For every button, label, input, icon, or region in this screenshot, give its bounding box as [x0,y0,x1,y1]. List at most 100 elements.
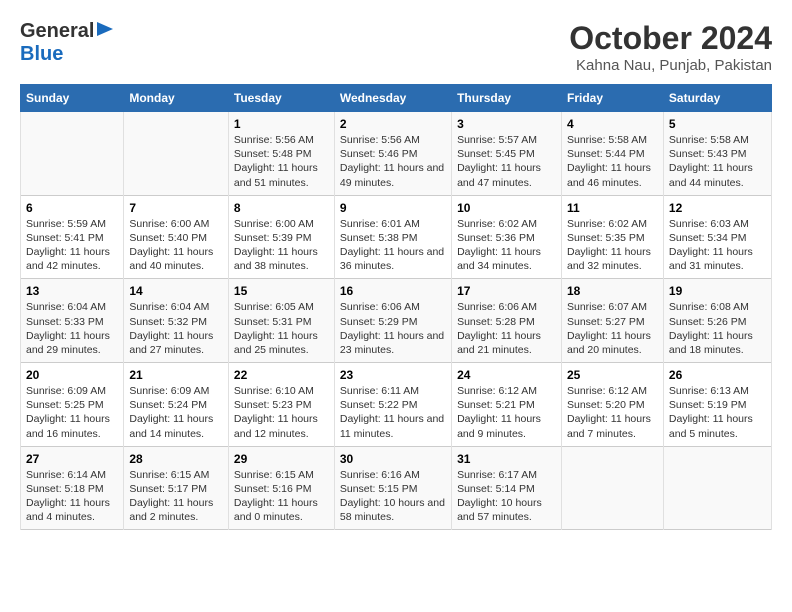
calendar-cell: 23 Sunrise: 6:11 AMSunset: 5:22 PMDayligh… [334,363,451,447]
day-number: 15 [234,284,329,298]
day-number: 10 [457,201,556,215]
calendar-cell: 11 Sunrise: 6:02 AMSunset: 5:35 PMDayligh… [562,195,664,279]
calendar-week-row: 1Sunrise: 5:56 AMSunset: 5:48 PMDaylight… [21,112,772,196]
logo-blue: Blue [20,43,63,65]
calendar-cell: 7 Sunrise: 6:00 AMSunset: 5:40 PMDaylight… [124,195,229,279]
calendar-week-row: 6Sunrise: 5:59 AMSunset: 5:41 PMDaylight… [21,195,772,279]
day-number: 28 [129,452,223,466]
calendar-cell: 17 Sunrise: 6:06 AMSunset: 5:28 PMDayligh… [452,279,562,363]
calendar-cell: 9Sunrise: 6:01 AMSunset: 5:38 PMDaylight… [334,195,451,279]
calendar-cell: 8Sunrise: 6:00 AMSunset: 5:39 PMDaylight… [228,195,334,279]
cell-sun-info: Sunrise: 6:15 AMSunset: 5:16 PMDaylight:… [234,468,329,525]
cell-sun-info: Sunrise: 6:12 AMSunset: 5:20 PMDaylight:… [567,384,658,441]
logo: General Blue [20,20,113,66]
cell-sun-info: Sunrise: 6:17 AMSunset: 5:14 PMDaylight:… [457,468,556,525]
calendar-week-row: 27 Sunrise: 6:14 AMSunset: 5:18 PMDayligh… [21,446,772,530]
calendar-week-row: 13Sunrise: 6:04 AMSunset: 5:33 PMDayligh… [21,279,772,363]
day-number: 27 [26,452,118,466]
cell-sun-info: Sunrise: 6:12 AMSunset: 5:21 PMDaylight:… [457,384,556,441]
cell-sun-info: Sunrise: 6:02 AMSunset: 5:35 PMDaylight:… [567,217,658,274]
cell-sun-info: Sunrise: 6:03 AMSunset: 5:34 PMDaylight:… [669,217,766,274]
cell-sun-info: Sunrise: 6:06 AMSunset: 5:28 PMDaylight:… [457,300,556,357]
day-number: 20 [26,368,118,382]
day-number: 19 [669,284,766,298]
calendar-cell: 15 Sunrise: 6:05 AMSunset: 5:31 PMDayligh… [228,279,334,363]
col-wednesday: Wednesday [334,85,451,112]
day-number: 9 [340,201,446,215]
cell-sun-info: Sunrise: 5:58 AMSunset: 5:44 PMDaylight:… [567,133,658,190]
calendar-subtitle: Kahna Nau, Punjab, Pakistan [569,57,772,74]
cell-sun-info: Sunrise: 6:11 AMSunset: 5:22 PMDaylight:… [340,384,446,441]
cell-sun-info: Sunrise: 6:08 AMSunset: 5:26 PMDaylight:… [669,300,766,357]
calendar-cell: 26 Sunrise: 6:13 AMSunset: 5:19 PMDayligh… [663,363,771,447]
cell-sun-info: Sunrise: 6:02 AMSunset: 5:36 PMDaylight:… [457,217,556,274]
calendar-header-row: Sunday Monday Tuesday Wednesday Thursday… [21,85,772,112]
day-number: 21 [129,368,223,382]
calendar-cell [562,446,664,530]
calendar-week-row: 20 Sunrise: 6:09 AMSunset: 5:25 PMDayligh… [21,363,772,447]
calendar-cell [21,112,124,196]
day-number: 24 [457,368,556,382]
calendar-table: Sunday Monday Tuesday Wednesday Thursday… [20,84,772,530]
cell-sun-info: Sunrise: 6:13 AMSunset: 5:19 PMDaylight:… [669,384,766,441]
col-friday: Friday [562,85,664,112]
calendar-cell: 10 Sunrise: 6:02 AMSunset: 5:36 PMDayligh… [452,195,562,279]
calendar-cell: 29Sunrise: 6:15 AMSunset: 5:16 PMDayligh… [228,446,334,530]
day-number: 4 [567,117,658,131]
calendar-cell: 4 Sunrise: 5:58 AMSunset: 5:44 PMDaylight… [562,112,664,196]
calendar-cell: 25 Sunrise: 6:12 AMSunset: 5:20 PMDayligh… [562,363,664,447]
day-number: 26 [669,368,766,382]
day-number: 13 [26,284,118,298]
day-number: 18 [567,284,658,298]
title-area: October 2024 Kahna Nau, Punjab, Pakistan [569,20,772,74]
calendar-cell: 31Sunrise: 6:17 AMSunset: 5:14 PMDayligh… [452,446,562,530]
calendar-cell [124,112,229,196]
calendar-cell: 14Sunrise: 6:04 AMSunset: 5:32 PMDayligh… [124,279,229,363]
col-monday: Monday [124,85,229,112]
calendar-cell: 16 Sunrise: 6:06 AMSunset: 5:29 PMDayligh… [334,279,451,363]
day-number: 25 [567,368,658,382]
day-number: 8 [234,201,329,215]
day-number: 12 [669,201,766,215]
calendar-cell: 20 Sunrise: 6:09 AMSunset: 5:25 PMDayligh… [21,363,124,447]
day-number: 17 [457,284,556,298]
col-sunday: Sunday [21,85,124,112]
calendar-cell: 19 Sunrise: 6:08 AMSunset: 5:26 PMDayligh… [663,279,771,363]
day-number: 3 [457,117,556,131]
day-number: 22 [234,368,329,382]
cell-sun-info: Sunrise: 6:15 AMSunset: 5:17 PMDaylight:… [129,468,223,525]
cell-sun-info: Sunrise: 6:10 AMSunset: 5:23 PMDaylight:… [234,384,329,441]
calendar-cell [663,446,771,530]
cell-sun-info: Sunrise: 6:04 AMSunset: 5:32 PMDaylight:… [129,300,223,357]
calendar-cell: 18 Sunrise: 6:07 AMSunset: 5:27 PMDayligh… [562,279,664,363]
cell-sun-info: Sunrise: 6:00 AMSunset: 5:40 PMDaylight:… [129,217,223,274]
day-number: 23 [340,368,446,382]
logo-arrow-icon [97,22,113,41]
day-number: 2 [340,117,446,131]
day-number: 16 [340,284,446,298]
logo-general: General [20,20,94,43]
day-number: 11 [567,201,658,215]
day-number: 30 [340,452,446,466]
day-number: 6 [26,201,118,215]
calendar-cell: 6Sunrise: 5:59 AMSunset: 5:41 PMDaylight… [21,195,124,279]
calendar-cell: 1Sunrise: 5:56 AMSunset: 5:48 PMDaylight… [228,112,334,196]
calendar-cell: 12 Sunrise: 6:03 AMSunset: 5:34 PMDayligh… [663,195,771,279]
cell-sun-info: Sunrise: 6:16 AMSunset: 5:15 PMDaylight:… [340,468,446,525]
calendar-title: October 2024 [569,20,772,57]
calendar-cell: 30 Sunrise: 6:16 AMSunset: 5:15 PMDayligh… [334,446,451,530]
calendar-cell: 5Sunrise: 5:58 AMSunset: 5:43 PMDaylight… [663,112,771,196]
cell-sun-info: Sunrise: 6:05 AMSunset: 5:31 PMDaylight:… [234,300,329,357]
cell-sun-info: Sunrise: 6:09 AMSunset: 5:24 PMDaylight:… [129,384,223,441]
calendar-cell: 21 Sunrise: 6:09 AMSunset: 5:24 PMDayligh… [124,363,229,447]
cell-sun-info: Sunrise: 6:06 AMSunset: 5:29 PMDaylight:… [340,300,446,357]
col-thursday: Thursday [452,85,562,112]
calendar-cell: 27 Sunrise: 6:14 AMSunset: 5:18 PMDayligh… [21,446,124,530]
cell-sun-info: Sunrise: 6:09 AMSunset: 5:25 PMDaylight:… [26,384,118,441]
cell-sun-info: Sunrise: 5:57 AMSunset: 5:45 PMDaylight:… [457,133,556,190]
cell-sun-info: Sunrise: 6:14 AMSunset: 5:18 PMDaylight:… [26,468,118,525]
cell-sun-info: Sunrise: 6:07 AMSunset: 5:27 PMDaylight:… [567,300,658,357]
calendar-cell: 2Sunrise: 5:56 AMSunset: 5:46 PMDaylight… [334,112,451,196]
day-number: 7 [129,201,223,215]
calendar-cell: 24 Sunrise: 6:12 AMSunset: 5:21 PMDayligh… [452,363,562,447]
